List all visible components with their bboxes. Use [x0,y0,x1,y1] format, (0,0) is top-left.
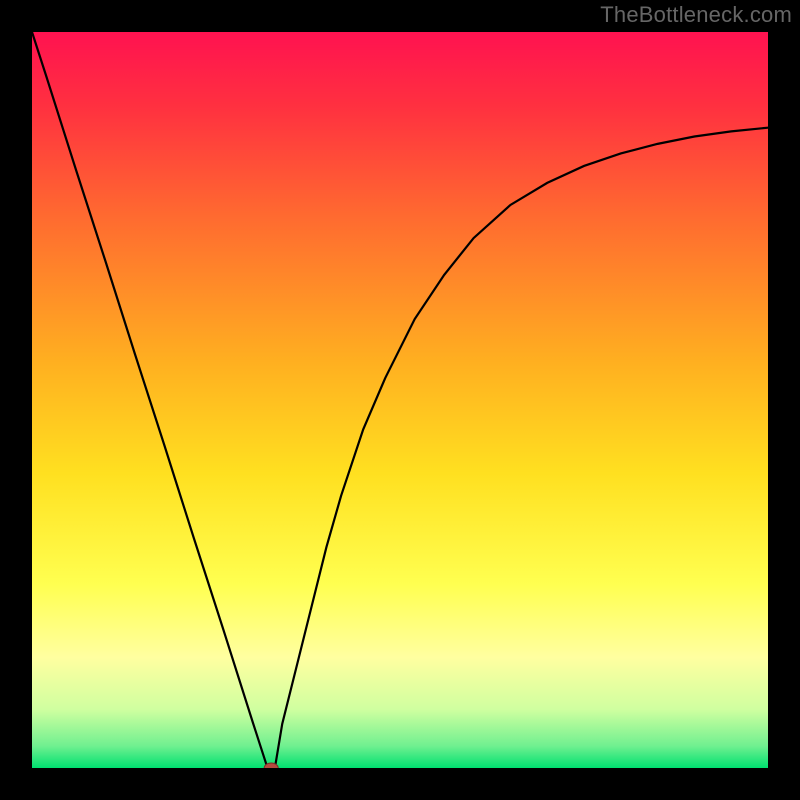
chart-frame: TheBottleneck.com [0,0,800,800]
bottleneck-chart [32,32,768,768]
watermark-text: TheBottleneck.com [600,2,792,28]
chart-background [32,32,768,768]
